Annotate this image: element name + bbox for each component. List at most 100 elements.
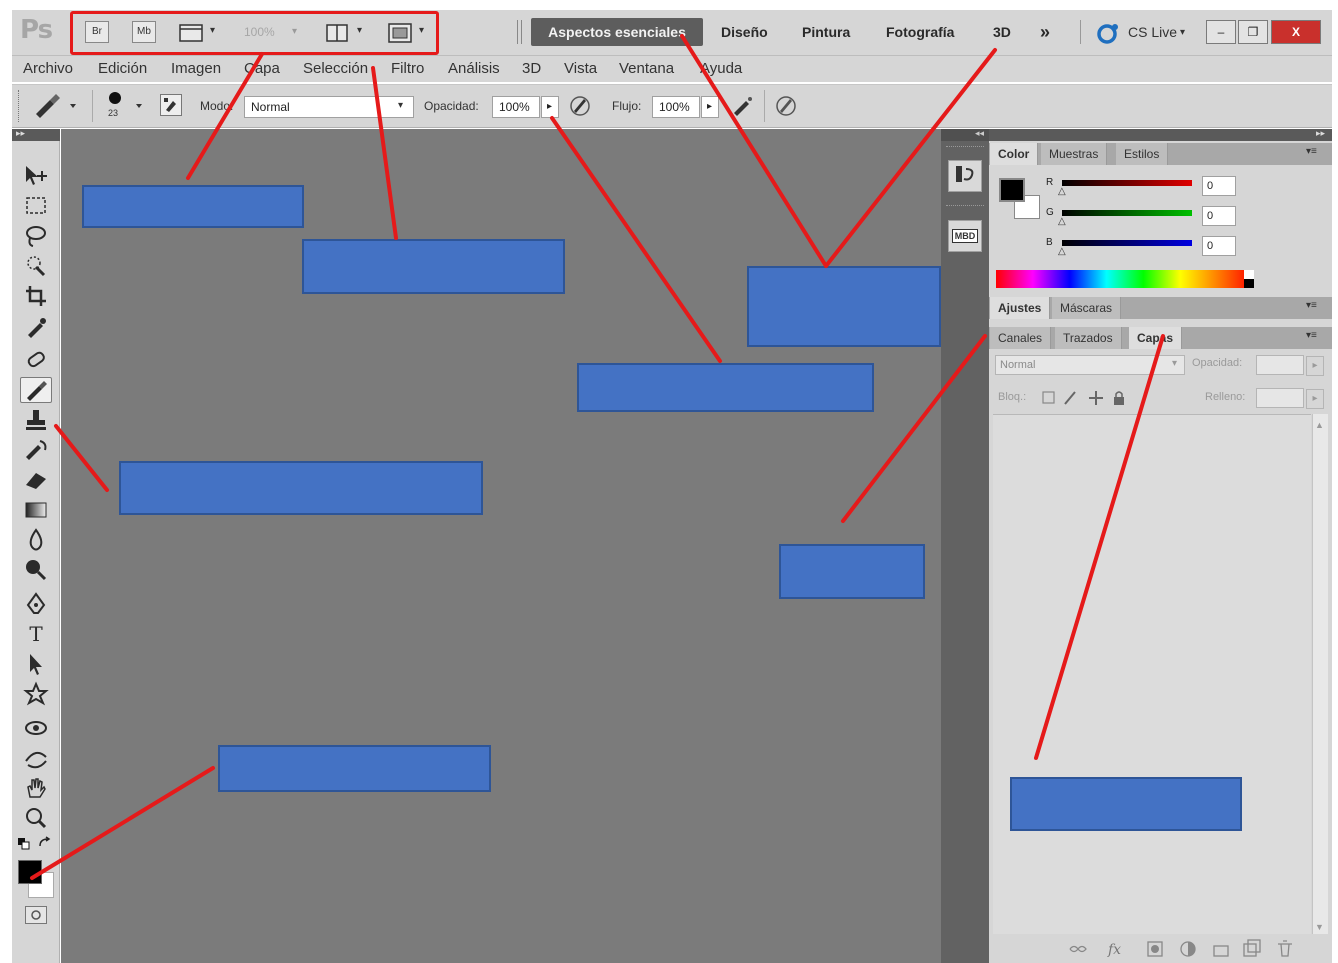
brush-preset-picker[interactable]: 23 [104, 90, 148, 124]
hand-tool[interactable] [20, 775, 52, 801]
move-tool[interactable] [20, 162, 52, 188]
panel-menu-icon[interactable]: ▾≡ [1306, 300, 1317, 311]
layer-fill-slider-toggle[interactable]: ▸ [1306, 389, 1324, 409]
restore-button[interactable]: ❐ [1238, 20, 1268, 44]
layers-scrollbar[interactable] [1312, 414, 1328, 934]
workspace-design[interactable]: Diseño [711, 18, 778, 46]
color-spectrum-bar[interactable] [996, 270, 1254, 288]
workspace-essentials[interactable]: Aspectos esenciales [531, 18, 703, 46]
menu-seleccion[interactable]: Selección [303, 59, 368, 79]
opacity-slider-toggle[interactable]: ▸ [541, 96, 559, 118]
lock-buttons[interactable] [1040, 388, 1130, 408]
slider-handle-icon[interactable]: △ [1058, 246, 1066, 257]
cs-live-dropdown[interactable]: CS Live ▾ [1096, 20, 1196, 46]
menu-ventana[interactable]: Ventana [619, 59, 674, 79]
crop-tool[interactable] [20, 283, 52, 309]
workspace-grip[interactable] [517, 20, 522, 44]
shape-tool[interactable] [20, 681, 52, 707]
tab-channels[interactable]: Canales [990, 327, 1052, 349]
panel-menu-icon[interactable]: ▾≡ [1306, 146, 1317, 157]
layer-blend-mode-select[interactable]: Normal [995, 355, 1185, 375]
channel-b-input[interactable]: 0 [1202, 236, 1236, 256]
menu-archivo[interactable]: Archivo [23, 59, 73, 79]
channel-g-slider[interactable] [1062, 210, 1192, 216]
scroll-down-icon[interactable]: ▼ [1315, 922, 1324, 932]
tab-adjustments[interactable]: Ajustes [990, 297, 1051, 319]
panel-menu-icon[interactable]: ▾≡ [1306, 330, 1317, 341]
foreground-color-swatch[interactable] [18, 860, 42, 884]
eraser-tool[interactable] [20, 467, 52, 493]
menu-imagen[interactable]: Imagen [171, 59, 221, 79]
3d-orbit-tool[interactable] [20, 745, 52, 771]
layer-opacity-slider-toggle[interactable]: ▸ [1306, 356, 1324, 376]
pen-tool[interactable] [20, 591, 52, 617]
collapse-dock-icon[interactable]: ◂◂ [975, 128, 984, 139]
blur-tool[interactable] [20, 527, 52, 553]
layer-opacity-input[interactable] [1256, 355, 1304, 375]
expand-panel-icon[interactable]: ▸▸ [16, 128, 25, 139]
brush-tool[interactable] [20, 377, 52, 403]
menu-capa[interactable]: Capa [244, 59, 280, 79]
workspace-overflow-button[interactable]: » [1030, 18, 1060, 46]
channel-g-input[interactable]: 0 [1202, 206, 1236, 226]
default-colors-button[interactable] [18, 838, 30, 850]
flow-input[interactable]: 100% [652, 96, 700, 118]
menu-3d[interactable]: 3D [522, 59, 541, 79]
black-white-ramp[interactable] [1244, 270, 1254, 288]
dodge-tool[interactable] [20, 557, 52, 583]
channel-b-slider[interactable] [1062, 240, 1192, 246]
slider-handle-icon[interactable]: △ [1058, 216, 1066, 227]
tool-preset-picker[interactable] [32, 92, 82, 120]
tab-swatches[interactable]: Muestras [1041, 143, 1108, 165]
3d-rotate-tool[interactable] [20, 715, 52, 741]
lasso-tool[interactable] [20, 223, 52, 249]
menu-analisis[interactable]: Análisis [448, 59, 500, 79]
swap-colors-button[interactable] [38, 836, 52, 850]
panel-foreground-swatch[interactable] [999, 178, 1025, 202]
quick-selection-tool[interactable] [20, 253, 52, 279]
type-tool[interactable]: T [20, 621, 52, 647]
airbrush-toggle[interactable] [728, 93, 756, 119]
quick-mask-button[interactable] [25, 906, 47, 924]
pressure-size-toggle[interactable] [772, 93, 800, 119]
mode-select[interactable]: Normal [244, 96, 414, 118]
zoom-tool[interactable] [20, 805, 52, 831]
pressure-opacity-toggle[interactable] [566, 93, 594, 119]
history-panel-button[interactable] [948, 160, 982, 192]
layers-list[interactable] [993, 414, 1311, 934]
brush-panel-toggle[interactable] [160, 94, 182, 116]
expand-panels-icon[interactable]: ▸▸ [1316, 128, 1325, 139]
menu-edicion[interactable]: Edición [98, 59, 147, 79]
menu-ayuda[interactable]: Ayuda [700, 59, 742, 79]
tab-masks[interactable]: Máscaras [1052, 297, 1122, 319]
workspace-painting[interactable]: Pintura [792, 18, 860, 46]
eyedropper-tool[interactable] [20, 313, 52, 339]
close-button[interactable]: X [1271, 20, 1321, 44]
healing-brush-tool[interactable] [20, 347, 52, 373]
menu-filtro[interactable]: Filtro [391, 59, 424, 79]
right-panels-header[interactable] [989, 129, 1332, 141]
channel-r-slider[interactable] [1062, 180, 1192, 186]
dock-grip[interactable] [946, 146, 984, 150]
channel-r-input[interactable]: 0 [1202, 176, 1236, 196]
tab-styles[interactable]: Estilos [1116, 143, 1169, 165]
workspace-photography[interactable]: Fotografía [876, 18, 964, 46]
flow-slider-toggle[interactable]: ▸ [701, 96, 719, 118]
menu-vista[interactable]: Vista [564, 59, 597, 79]
tab-color[interactable]: Color [990, 143, 1039, 165]
tab-layers[interactable]: Capas [1129, 327, 1183, 349]
mini-bridge-panel-button[interactable]: MBD [948, 220, 982, 252]
minimize-button[interactable]: – [1206, 20, 1236, 44]
slider-handle-icon[interactable]: △ [1058, 186, 1066, 197]
history-brush-tool[interactable] [20, 437, 52, 463]
tab-paths[interactable]: Trazados [1055, 327, 1122, 349]
marquee-tool[interactable] [20, 193, 52, 219]
workspace-3d[interactable]: 3D [983, 18, 1021, 46]
path-selection-tool[interactable] [20, 651, 52, 677]
layer-fill-input[interactable] [1256, 388, 1304, 408]
gradient-tool[interactable] [20, 497, 52, 523]
opacity-input[interactable]: 100% [492, 96, 540, 118]
options-grip[interactable] [18, 90, 23, 122]
dock-grip[interactable] [946, 205, 984, 209]
scroll-up-icon[interactable]: ▲ [1315, 420, 1324, 430]
